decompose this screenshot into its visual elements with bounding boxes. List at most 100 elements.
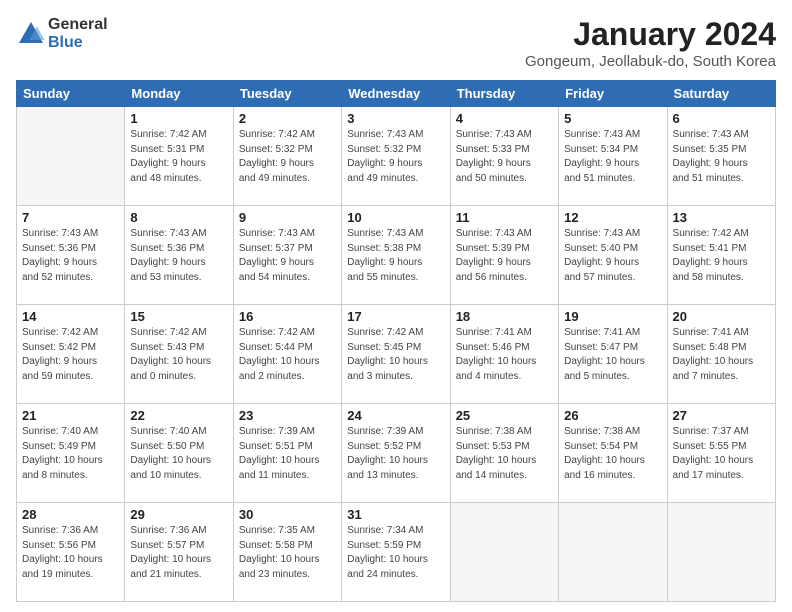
calendar-cell: 20 Sunrise: 7:41 AMSunset: 5:48 PMDayligh… xyxy=(667,305,775,404)
calendar-cell: 7 Sunrise: 7:43 AMSunset: 5:36 PMDaylight… xyxy=(17,206,125,305)
day-info: Sunrise: 7:39 AMSunset: 5:51 PMDaylight:… xyxy=(239,425,336,483)
day-info: Sunrise: 7:40 AMSunset: 5:50 PMDaylight:… xyxy=(130,425,227,483)
calendar-cell: 6 Sunrise: 7:43 AMSunset: 5:35 PMDaylight… xyxy=(667,107,775,206)
calendar-cell: 4Sunrise: 7:43 AMSunset: 5:33 PMDaylight… xyxy=(450,107,558,206)
day-info: Sunrise: 7:43 AMSunset: 5:35 PMDaylight:… xyxy=(673,128,770,186)
calendar-cell: 30 Sunrise: 7:35 AMSunset: 5:58 PMDayligh… xyxy=(233,503,341,602)
day-number: 19 xyxy=(564,309,661,324)
calendar-cell: 2Sunrise: 7:42 AMSunset: 5:32 PMDaylight… xyxy=(233,107,341,206)
calendar-page: General Blue January 2024 Gongeum, Jeoll… xyxy=(0,0,792,612)
day-info: Sunrise: 7:37 AMSunset: 5:55 PMDaylight:… xyxy=(673,425,770,483)
calendar-cell xyxy=(17,107,125,206)
calendar-cell: 29Sunrise: 7:36 AMSunset: 5:57 PMDayligh… xyxy=(125,503,233,602)
subtitle: Gongeum, Jeollabuk-do, South Korea xyxy=(525,53,776,70)
calendar-cell: 31 Sunrise: 7:34 AMSunset: 5:59 PMDayligh… xyxy=(342,503,450,602)
calendar-cell: 26Sunrise: 7:38 AMSunset: 5:54 PMDayligh… xyxy=(559,404,667,503)
calendar-cell: 14 Sunrise: 7:42 AMSunset: 5:42 PMDayligh… xyxy=(17,305,125,404)
calendar-cell: 8Sunrise: 7:43 AMSunset: 5:36 PMDaylight… xyxy=(125,206,233,305)
col-friday: Friday xyxy=(559,81,667,107)
col-tuesday: Tuesday xyxy=(233,81,341,107)
logo-icon xyxy=(16,19,46,49)
calendar-cell: 18 Sunrise: 7:41 AMSunset: 5:46 PMDayligh… xyxy=(450,305,558,404)
logo-general: General xyxy=(48,16,108,34)
week-row-2: 7 Sunrise: 7:43 AMSunset: 5:36 PMDaylight… xyxy=(17,206,776,305)
calendar-cell: 28 Sunrise: 7:36 AMSunset: 5:56 PMDayligh… xyxy=(17,503,125,602)
day-info: Sunrise: 7:36 AMSunset: 5:56 PMDaylight:… xyxy=(22,524,119,582)
day-info: Sunrise: 7:43 AMSunset: 5:39 PMDaylight:… xyxy=(456,227,553,285)
day-number: 17 xyxy=(347,309,444,324)
title-area: January 2024 Gongeum, Jeollabuk-do, Sout… xyxy=(525,16,776,70)
day-number: 29 xyxy=(130,507,227,522)
calendar-cell: 22 Sunrise: 7:40 AMSunset: 5:50 PMDayligh… xyxy=(125,404,233,503)
week-row-3: 14 Sunrise: 7:42 AMSunset: 5:42 PMDayligh… xyxy=(17,305,776,404)
day-number: 16 xyxy=(239,309,336,324)
day-number: 14 xyxy=(22,309,119,324)
day-info: Sunrise: 7:42 AMSunset: 5:32 PMDaylight:… xyxy=(239,128,336,186)
day-number: 11 xyxy=(456,210,553,225)
calendar-cell xyxy=(667,503,775,602)
day-info: Sunrise: 7:43 AMSunset: 5:36 PMDaylight:… xyxy=(22,227,119,285)
day-info: Sunrise: 7:34 AMSunset: 5:59 PMDaylight:… xyxy=(347,524,444,582)
day-number: 24 xyxy=(347,408,444,423)
day-number: 15 xyxy=(130,309,227,324)
day-number: 31 xyxy=(347,507,444,522)
day-number: 13 xyxy=(673,210,770,225)
calendar-cell: 16 Sunrise: 7:42 AMSunset: 5:44 PMDayligh… xyxy=(233,305,341,404)
week-row-5: 28 Sunrise: 7:36 AMSunset: 5:56 PMDayligh… xyxy=(17,503,776,602)
col-monday: Monday xyxy=(125,81,233,107)
calendar-cell: 11 Sunrise: 7:43 AMSunset: 5:39 PMDayligh… xyxy=(450,206,558,305)
col-saturday: Saturday xyxy=(667,81,775,107)
calendar-cell: 1Sunrise: 7:42 AMSunset: 5:31 PMDaylight… xyxy=(125,107,233,206)
day-number: 22 xyxy=(130,408,227,423)
day-number: 28 xyxy=(22,507,119,522)
col-wednesday: Wednesday xyxy=(342,81,450,107)
day-info: Sunrise: 7:43 AMSunset: 5:33 PMDaylight:… xyxy=(456,128,553,186)
calendar-cell: 12Sunrise: 7:43 AMSunset: 5:40 PMDayligh… xyxy=(559,206,667,305)
day-number: 5 xyxy=(564,111,661,126)
day-info: Sunrise: 7:38 AMSunset: 5:53 PMDaylight:… xyxy=(456,425,553,483)
day-number: 18 xyxy=(456,309,553,324)
day-info: Sunrise: 7:42 AMSunset: 5:43 PMDaylight:… xyxy=(130,326,227,384)
day-number: 12 xyxy=(564,210,661,225)
calendar-cell: 9Sunrise: 7:43 AMSunset: 5:37 PMDaylight… xyxy=(233,206,341,305)
col-thursday: Thursday xyxy=(450,81,558,107)
logo-text: General Blue xyxy=(48,16,108,52)
day-number: 20 xyxy=(673,309,770,324)
day-number: 1 xyxy=(130,111,227,126)
day-number: 21 xyxy=(22,408,119,423)
day-number: 3 xyxy=(347,111,444,126)
day-number: 25 xyxy=(456,408,553,423)
header: General Blue January 2024 Gongeum, Jeoll… xyxy=(16,16,776,70)
calendar-cell: 25 Sunrise: 7:38 AMSunset: 5:53 PMDayligh… xyxy=(450,404,558,503)
main-title: January 2024 xyxy=(525,16,776,53)
day-info: Sunrise: 7:41 AMSunset: 5:48 PMDaylight:… xyxy=(673,326,770,384)
calendar-cell: 10 Sunrise: 7:43 AMSunset: 5:38 PMDayligh… xyxy=(342,206,450,305)
day-number: 26 xyxy=(564,408,661,423)
day-number: 30 xyxy=(239,507,336,522)
day-info: Sunrise: 7:42 AMSunset: 5:42 PMDaylight:… xyxy=(22,326,119,384)
calendar-cell xyxy=(559,503,667,602)
day-info: Sunrise: 7:35 AMSunset: 5:58 PMDaylight:… xyxy=(239,524,336,582)
day-number: 10 xyxy=(347,210,444,225)
day-info: Sunrise: 7:42 AMSunset: 5:44 PMDaylight:… xyxy=(239,326,336,384)
calendar-cell: 15 Sunrise: 7:42 AMSunset: 5:43 PMDayligh… xyxy=(125,305,233,404)
calendar-cell: 5 Sunrise: 7:43 AMSunset: 5:34 PMDaylight… xyxy=(559,107,667,206)
day-info: Sunrise: 7:43 AMSunset: 5:38 PMDaylight:… xyxy=(347,227,444,285)
day-number: 23 xyxy=(239,408,336,423)
calendar-cell: 24Sunrise: 7:39 AMSunset: 5:52 PMDayligh… xyxy=(342,404,450,503)
day-info: Sunrise: 7:43 AMSunset: 5:34 PMDaylight:… xyxy=(564,128,661,186)
day-info: Sunrise: 7:41 AMSunset: 5:46 PMDaylight:… xyxy=(456,326,553,384)
col-sunday: Sunday xyxy=(17,81,125,107)
day-number: 27 xyxy=(673,408,770,423)
calendar-cell: 17Sunrise: 7:42 AMSunset: 5:45 PMDayligh… xyxy=(342,305,450,404)
day-info: Sunrise: 7:41 AMSunset: 5:47 PMDaylight:… xyxy=(564,326,661,384)
calendar-cell: 19 Sunrise: 7:41 AMSunset: 5:47 PMDayligh… xyxy=(559,305,667,404)
week-row-4: 21Sunrise: 7:40 AMSunset: 5:49 PMDayligh… xyxy=(17,404,776,503)
calendar-cell: 21Sunrise: 7:40 AMSunset: 5:49 PMDayligh… xyxy=(17,404,125,503)
calendar-cell: 23 Sunrise: 7:39 AMSunset: 5:51 PMDayligh… xyxy=(233,404,341,503)
day-info: Sunrise: 7:43 AMSunset: 5:36 PMDaylight:… xyxy=(130,227,227,285)
day-number: 9 xyxy=(239,210,336,225)
day-number: 6 xyxy=(673,111,770,126)
day-number: 7 xyxy=(22,210,119,225)
calendar-cell xyxy=(450,503,558,602)
